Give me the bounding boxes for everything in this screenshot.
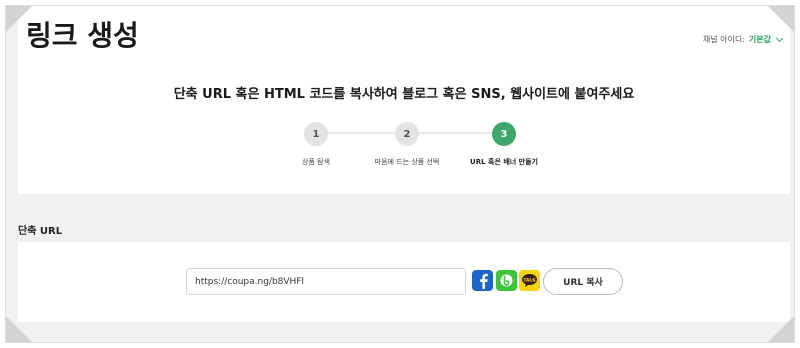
facebook-icon[interactable] <box>472 270 493 291</box>
corner-decoration <box>6 316 32 342</box>
copy-url-button[interactable]: URL 복사 <box>543 268 623 295</box>
channel-id-selector[interactable]: 채널 아이디: 기본값 <box>702 34 784 45</box>
step-3-circle: 3 <box>492 122 516 146</box>
step-3-label: URL 혹은 배너 만들기 <box>470 158 538 166</box>
instruction-text: 단축 URL 혹은 HTML 코드를 복사하여 블로그 혹은 SNS, 웹사이트… <box>173 87 635 102</box>
step-2-circle: 2 <box>395 122 419 146</box>
band-icon[interactable] <box>496 270 517 291</box>
short-url-section-label: 단축 URL <box>18 226 63 237</box>
kakaotalk-icon-text: TALK <box>523 277 536 283</box>
kakaotalk-icon[interactable]: TALK <box>519 270 540 291</box>
step-1-circle: 1 <box>304 122 328 146</box>
link-steps-panel: 링크 생성 채널 아이디: 기본값 단축 URL 혹은 HTML 코드를 복사하… <box>18 6 790 194</box>
page-title: 링크 생성 <box>26 19 139 52</box>
channel-id-value[interactable]: 기본값 <box>749 34 771 45</box>
link-creation-page: 링크 생성 채널 아이디: 기본값 단축 URL 혹은 HTML 코드를 복사하… <box>5 5 795 343</box>
corner-decoration <box>768 316 794 342</box>
channel-id-label: 채널 아이디: <box>702 35 745 44</box>
corner-decoration <box>6 6 32 32</box>
short-url-panel: TALK URL 복사 <box>18 242 790 322</box>
short-url-field[interactable] <box>186 268 466 295</box>
corner-decoration <box>768 6 794 32</box>
chevron-down-icon[interactable] <box>775 34 784 42</box>
